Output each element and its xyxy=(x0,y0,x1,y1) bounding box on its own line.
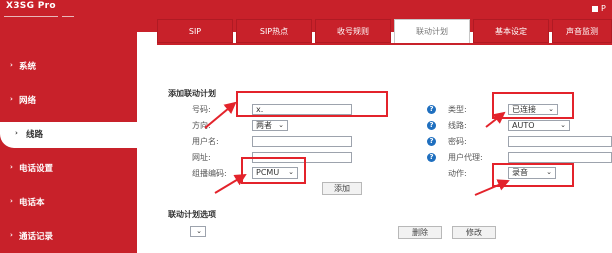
chevron-right-icon: › xyxy=(10,163,13,171)
chevron-down-icon: ⌄ xyxy=(278,121,284,129)
section-title-options: 联动计划选项 xyxy=(168,210,216,219)
username-input[interactable] xyxy=(252,136,352,147)
username-label: 用户名: xyxy=(192,137,219,146)
tab-basic-settings[interactable]: 基本设定 xyxy=(473,19,549,43)
number-label: 号码: xyxy=(192,105,211,114)
sidebar-item-phonebook[interactable]: › 电话本 xyxy=(0,192,137,214)
chevron-right-icon: › xyxy=(10,197,13,205)
tab-underline xyxy=(157,43,612,45)
sidebar-item-call-log[interactable]: › 通话记录 xyxy=(0,226,137,248)
chevron-down-icon: ⌄ xyxy=(560,121,566,129)
chevron-right-icon: › xyxy=(10,95,13,103)
line-label: 线路: xyxy=(448,121,467,130)
sidebar-item-label: 通话记录 xyxy=(19,232,54,242)
sidebar-item-label: 网络 xyxy=(19,96,37,106)
sidebar-item-system[interactable]: › 系统 xyxy=(0,56,137,78)
section-title-add-plan: 添加联动计划 xyxy=(168,89,216,98)
chevron-right-icon: › xyxy=(15,129,18,137)
annotation-box-action xyxy=(492,163,574,187)
help-icon[interactable]: ? xyxy=(427,153,436,162)
help-icon[interactable]: ? xyxy=(427,105,436,114)
tab-action-plan[interactable]: 联动计划 xyxy=(394,19,470,43)
logo-underline xyxy=(4,16,58,17)
help-icon[interactable]: ? xyxy=(427,121,436,130)
codec-label: 组播编码: xyxy=(192,169,227,178)
delete-button[interactable]: 删除 xyxy=(398,226,442,239)
sidebar-item-label: 线路 xyxy=(26,130,44,140)
sidebar-item-line[interactable]: › 线路 xyxy=(0,122,137,148)
tab-audio-monitor[interactable]: 声音监测 xyxy=(552,19,612,43)
sidebar-item-network[interactable]: › 网络 xyxy=(0,90,137,112)
add-button[interactable]: 添加 xyxy=(322,182,362,195)
help-icon[interactable]: ? xyxy=(427,137,436,146)
url-label: 网址: xyxy=(192,153,211,162)
sidebar-item-label: 电话本 xyxy=(19,198,45,208)
user-agent-input[interactable] xyxy=(508,152,612,163)
password-input[interactable] xyxy=(508,136,612,147)
password-label: 密码: xyxy=(448,137,467,146)
tab-bar: SIP SIP热点 收号规则 联动计划 基本设定 声音监测 xyxy=(157,19,612,44)
logo-underline-right xyxy=(62,16,74,17)
sidebar-item-label: 电话设置 xyxy=(19,164,54,174)
tab-sip-hotspot[interactable]: SIP热点 xyxy=(236,19,312,43)
direction-label: 方向: xyxy=(192,121,211,130)
sidebar: › 系统 › 网络 › 线路 › 电话设置 › 电话本 › 通话记录 xyxy=(0,32,137,253)
brand-model: X3SG Pro xyxy=(6,1,56,11)
options-select[interactable]: ⌄ xyxy=(190,226,206,237)
direction-select[interactable]: 两者 ⌄ xyxy=(252,120,288,131)
square-icon xyxy=(592,6,598,12)
direction-value: 两者 xyxy=(256,121,272,130)
chevron-right-icon: › xyxy=(10,61,13,69)
modify-button[interactable]: 修改 xyxy=(452,226,496,239)
header-right-text[interactable]: P xyxy=(601,4,606,13)
tab-dial-rules[interactable]: 收号规则 xyxy=(315,19,391,43)
action-label: 动作: xyxy=(448,169,467,178)
annotation-box-codec xyxy=(241,157,306,184)
type-label: 类型: xyxy=(448,105,467,114)
chevron-down-icon: ⌄ xyxy=(196,227,202,235)
line-select[interactable]: AUTO ⌄ xyxy=(508,120,570,131)
sidebar-item-phone-settings[interactable]: › 电话设置 xyxy=(0,158,137,180)
tab-sip[interactable]: SIP xyxy=(157,19,233,43)
annotation-box-number xyxy=(236,91,388,117)
chevron-right-icon: › xyxy=(10,231,13,239)
sidebar-item-label: 系统 xyxy=(19,62,37,72)
line-value: AUTO xyxy=(512,121,535,130)
user-agent-label: 用户代理: xyxy=(448,153,483,162)
annotation-box-type xyxy=(492,92,574,119)
